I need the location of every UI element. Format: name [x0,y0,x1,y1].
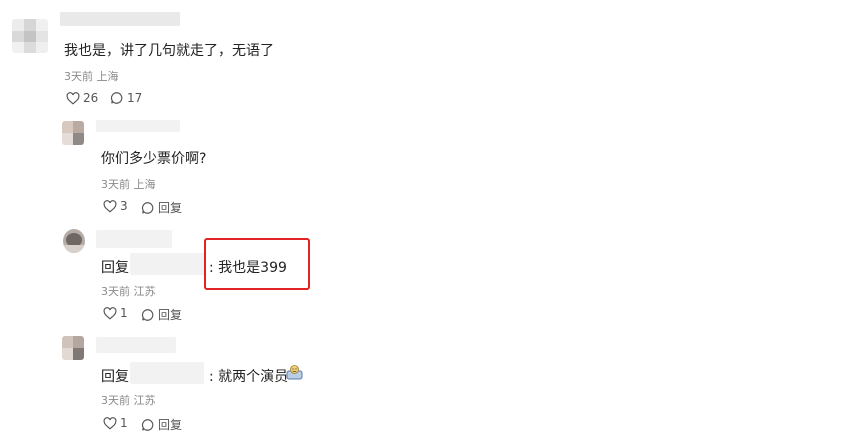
comment-icon [111,92,123,104]
comment-icon [142,201,154,214]
username-redacted[interactable] [96,120,180,132]
comment-time: 3天前 [64,70,93,83]
comment-meta: 3天前 江苏 [101,283,156,299]
comment-text: : 就两个演员 [209,369,289,385]
reply-label: 回复 [158,308,183,322]
avatar[interactable] [62,121,84,145]
heart-icon [103,416,117,430]
reply-label: 回复 [158,418,183,432]
comment-icon [142,308,154,321]
heart-icon [66,91,80,105]
comment-location: 江苏 [133,285,156,298]
comment-meta: 3天前 江苏 [101,392,156,408]
comment-icon [142,418,154,431]
comment-text: : 我也是399 [209,260,287,276]
avatar[interactable] [63,229,85,253]
reply-target-redacted[interactable] [130,362,204,384]
reply-prefix: 回复 [101,260,129,276]
comment-meta: 3天前 上海 [64,68,119,84]
comment-location: 上海 [133,178,156,191]
heart-icon [103,306,117,320]
comment-text: 你们多少票价啊? [101,151,207,167]
reply-label: 回复 [158,201,183,215]
heart-icon [103,199,117,213]
like-button[interactable]: 3 [103,199,128,213]
reply-button[interactable]: 回复 [141,199,182,216]
like-count: 1 [120,306,128,320]
avatar[interactable] [12,19,48,53]
like-button[interactable]: 26 [66,91,98,105]
comment-location: 上海 [96,70,119,83]
comment-time: 3天前 [101,285,130,298]
like-count: 26 [83,91,99,105]
username-redacted[interactable] [60,12,180,26]
comment-location: 江苏 [133,394,156,407]
reply-count: 17 [127,91,143,105]
reply-button[interactable]: 17 [110,91,142,105]
like-button[interactable]: 1 [103,306,128,320]
comment-meta: 3天前 上海 [101,176,156,192]
comment-text: 我也是，讲了几句就走了，无语了 [64,43,274,59]
like-count: 3 [120,199,128,213]
like-button[interactable]: 1 [103,416,128,430]
avatar[interactable] [62,336,84,360]
comment-time: 3天前 [101,178,130,191]
emoji-icon [286,363,303,380]
reply-button[interactable]: 回复 [141,306,182,323]
username-redacted[interactable] [96,230,172,248]
username-redacted[interactable] [96,337,176,353]
comment-time: 3天前 [101,394,130,407]
like-count: 1 [120,416,128,430]
reply-prefix: 回复 [101,369,129,385]
reply-button[interactable]: 回复 [141,416,182,433]
reply-target-redacted[interactable] [130,253,206,275]
